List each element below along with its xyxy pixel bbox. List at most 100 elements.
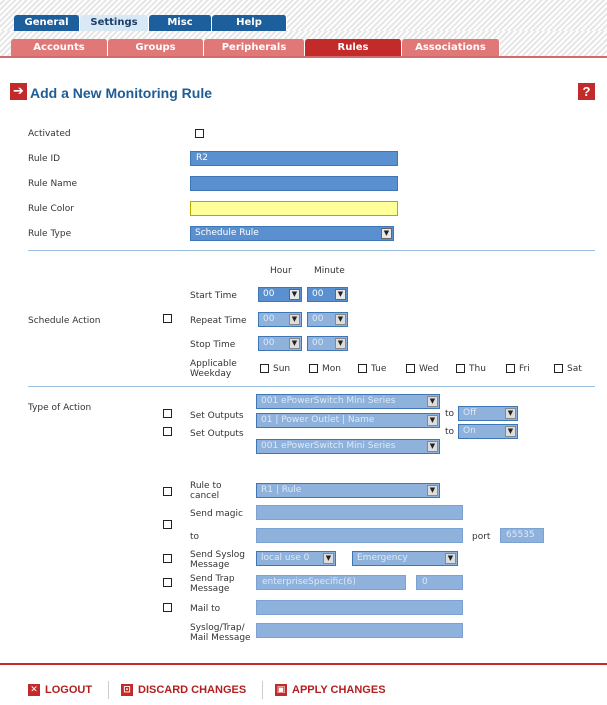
- activated-checkbox[interactable]: [195, 129, 204, 138]
- schedule-action-label: Schedule Action: [28, 316, 101, 326]
- sub-tab-bar: Accounts Groups Peripherals Rules Associ…: [0, 31, 607, 56]
- weekday-wed-checkbox[interactable]: [406, 364, 415, 373]
- schedule-action-checkbox[interactable]: [163, 314, 172, 323]
- chevron-down-icon: ▼: [335, 314, 346, 325]
- stop-hour-select[interactable]: 00 ▼: [258, 336, 302, 351]
- weekday-thu-checkbox[interactable]: [456, 364, 465, 373]
- rule-to-cancel-label: Rule to cancel: [190, 481, 222, 501]
- trap-number-input[interactable]: 0: [416, 575, 463, 590]
- footer-separator: [108, 681, 109, 699]
- start-hour-value: 00: [263, 289, 275, 299]
- discard-changes-button[interactable]: DISCARD CHANGES: [138, 684, 246, 696]
- tab-general[interactable]: General: [14, 15, 80, 31]
- stop-minute-value: 00: [312, 338, 324, 348]
- arrow-right-icon: ➔: [10, 83, 27, 100]
- set-outputs-2-label: Set Outputs: [190, 429, 244, 439]
- output2-device-select[interactable]: 001 ePowerSwitch Mini Series ▼: [256, 439, 440, 454]
- send-syslog-checkbox[interactable]: [163, 554, 172, 563]
- chevron-down-icon: ▼: [427, 485, 438, 496]
- start-minute-select[interactable]: 00 ▼: [307, 287, 348, 302]
- send-magic-label: Send magic: [190, 509, 243, 519]
- chevron-down-icon: ▼: [289, 314, 300, 325]
- weekday-mon-label: Mon: [322, 364, 341, 374]
- weekday-mon-checkbox[interactable]: [309, 364, 318, 373]
- output1-device-value: 001 ePowerSwitch Mini Series: [261, 396, 396, 406]
- footer-divider: [0, 663, 607, 665]
- discard-icon: ⊡: [121, 684, 133, 696]
- send-trap-checkbox[interactable]: [163, 578, 172, 587]
- output2-device-value: 001 ePowerSwitch Mini Series: [261, 441, 396, 451]
- apply-changes-button[interactable]: APPLY CHANGES: [292, 684, 386, 696]
- port-label: port: [472, 532, 491, 542]
- syslog-severity-value: Emergency: [357, 553, 408, 563]
- rule-to-cancel-select[interactable]: R1 | Rule ▼: [256, 483, 440, 498]
- magic-port-input[interactable]: 65535: [500, 528, 544, 543]
- chevron-down-icon: ▼: [335, 289, 346, 300]
- output1-device-select[interactable]: 001 ePowerSwitch Mini Series ▼: [256, 394, 440, 409]
- stop-minute-select[interactable]: 00 ▼: [307, 336, 348, 351]
- mail-to-checkbox[interactable]: [163, 603, 172, 612]
- mail-to-label: Mail to: [190, 604, 221, 614]
- rule-id-input[interactable]: R2: [190, 151, 398, 166]
- chevron-down-icon: ▼: [427, 415, 438, 426]
- weekday-sat-checkbox[interactable]: [554, 364, 563, 373]
- weekday-sun-checkbox[interactable]: [260, 364, 269, 373]
- syslog-severity-select[interactable]: Emergency ▼: [352, 551, 458, 566]
- subtab-underline: [0, 56, 607, 58]
- subtab-accounts[interactable]: Accounts: [11, 39, 108, 56]
- tab-misc[interactable]: Misc: [149, 15, 212, 31]
- subtab-associations[interactable]: Associations: [402, 39, 500, 56]
- send-magic-checkbox[interactable]: [163, 520, 172, 529]
- repeat-hour-select[interactable]: 00 ▼: [258, 312, 302, 327]
- output1-state-select[interactable]: Off ▼: [458, 406, 518, 421]
- rule-to-cancel-checkbox[interactable]: [163, 487, 172, 496]
- rule-id-label: Rule ID: [28, 154, 61, 164]
- tab-settings[interactable]: Settings: [80, 15, 149, 31]
- weekday-fri-checkbox[interactable]: [506, 364, 515, 373]
- chevron-down-icon: ▼: [505, 408, 516, 419]
- output1-port-select[interactable]: 01 | Power Outlet | Name ▼: [256, 413, 440, 428]
- divider: [28, 250, 595, 251]
- repeat-hour-value: 00: [263, 314, 275, 324]
- minute-label: Minute: [314, 266, 345, 276]
- chevron-down-icon: ▼: [289, 338, 300, 349]
- start-time-label: Start Time: [190, 291, 237, 301]
- repeat-time-label: Repeat Time: [190, 316, 247, 326]
- set-outputs-1-checkbox[interactable]: [163, 409, 172, 418]
- message-input[interactable]: [256, 623, 463, 638]
- weekday-tue-checkbox[interactable]: [358, 364, 367, 373]
- rule-name-input[interactable]: [190, 176, 398, 191]
- hour-label: Hour: [270, 266, 292, 276]
- top-tab-bar: General Settings Misc Help: [0, 0, 607, 31]
- chevron-down-icon: ▼: [323, 553, 334, 564]
- logout-icon: ✕: [28, 684, 40, 696]
- chevron-down-icon: ▼: [289, 289, 300, 300]
- type-of-action-label: Type of Action: [28, 403, 92, 413]
- weekday-sat-label: Sat: [567, 364, 582, 374]
- tab-help[interactable]: Help: [212, 15, 287, 31]
- rule-color-input[interactable]: [190, 201, 398, 216]
- output1-port-value: 01 | Power Outlet | Name: [261, 415, 375, 425]
- subtab-peripherals[interactable]: Peripherals: [204, 39, 305, 56]
- subtab-rules[interactable]: Rules: [305, 39, 402, 56]
- rule-type-select[interactable]: Schedule Rule ▼: [190, 226, 394, 241]
- output2-state-select[interactable]: On ▼: [458, 424, 518, 439]
- subtab-groups[interactable]: Groups: [108, 39, 204, 56]
- syslog-facility-select[interactable]: local use 0 ▼: [256, 551, 336, 566]
- rule-name-label: Rule Name: [28, 179, 78, 189]
- output1-state-value: Off: [463, 408, 477, 418]
- save-icon: ▣: [275, 684, 287, 696]
- mail-to-input[interactable]: [256, 600, 463, 615]
- help-icon[interactable]: ?: [578, 83, 595, 100]
- send-magic-host-input[interactable]: [256, 528, 463, 543]
- logout-button[interactable]: LOGOUT: [45, 684, 92, 696]
- repeat-minute-select[interactable]: 00 ▼: [307, 312, 348, 327]
- send-magic-mac-input[interactable]: [256, 505, 463, 520]
- start-hour-select[interactable]: 00 ▼: [258, 287, 302, 302]
- chevron-down-icon: ▼: [335, 338, 346, 349]
- repeat-minute-value: 00: [312, 314, 324, 324]
- chevron-down-icon: ▼: [381, 228, 392, 239]
- footer-separator: [262, 681, 263, 699]
- set-outputs-2-checkbox[interactable]: [163, 427, 172, 436]
- trap-type-input[interactable]: enterpriseSpecific(6): [256, 575, 406, 590]
